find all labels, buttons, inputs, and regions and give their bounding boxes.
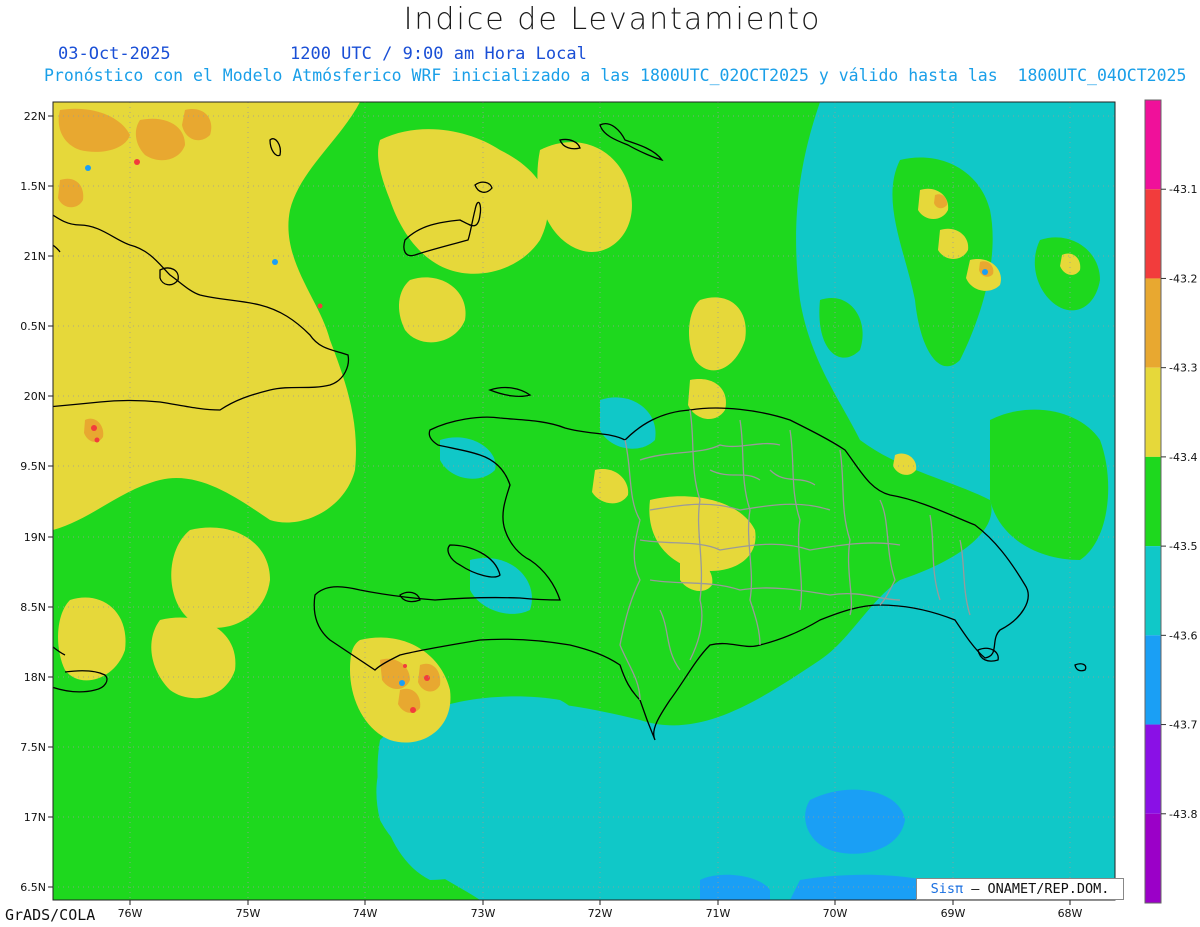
lifted-index-field <box>53 102 1115 900</box>
colorbar-label: -43.7 <box>1169 719 1197 732</box>
lat-label: 7.5N <box>20 741 46 754</box>
lon-label: 71W <box>706 907 731 920</box>
lat-label: 18N <box>24 671 46 684</box>
colorbar: -43.1 -43.2 -43.3 -43.4 -43.5 -43.6 -43.7 -43.8 <box>1144 99 1197 904</box>
lon-label: 76W <box>118 907 143 920</box>
lon-label: 68W <box>1058 907 1083 920</box>
lat-label: 9.5N <box>20 460 46 473</box>
lat-label: 22N <box>24 110 46 123</box>
lat-label: 0.5N <box>20 320 46 333</box>
lon-label: 70W <box>823 907 848 920</box>
lat-label: 6.5N <box>20 881 46 894</box>
credit-box: Sisπ – ONAMET/REP.DOM. <box>916 878 1124 900</box>
colorbar-swatch <box>1145 813 1161 903</box>
map-canvas: 22N 1.5N 21N 0.5N 20N 9.5N 19N 8.5N 18N … <box>20 99 1197 920</box>
credit-text: – ONAMET/REP.DOM. <box>971 881 1110 897</box>
colorbar-label: -43.1 <box>1169 183 1197 196</box>
colorbar-label: -43.4 <box>1169 451 1197 464</box>
lat-labels: 22N 1.5N 21N 0.5N 20N 9.5N 19N 8.5N 18N … <box>20 110 46 894</box>
lat-label: 20N <box>24 390 46 403</box>
lat-label: 1.5N <box>20 180 46 193</box>
grads-footer: GrADS/COLA <box>5 906 96 924</box>
colorbar-label: -43.2 <box>1169 272 1197 285</box>
colorbar-label: -43.8 <box>1169 808 1197 821</box>
colorbar-swatch <box>1145 724 1161 814</box>
lon-label: 73W <box>471 907 496 920</box>
lon-label: 75W <box>236 907 261 920</box>
colorbar-swatch <box>1145 189 1161 279</box>
colorbar-swatch <box>1145 367 1161 457</box>
colorbar-swatch <box>1145 635 1161 725</box>
sispi-logo-text: Sisπ <box>930 881 964 897</box>
colorbar-swatch <box>1145 546 1161 636</box>
colorbar-swatch <box>1145 456 1161 547</box>
lat-label: 17N <box>24 811 46 824</box>
lon-labels: 76W 75W 74W 73W 72W 71W 70W 69W 68W <box>118 907 1083 920</box>
lat-label: 21N <box>24 250 46 263</box>
lon-label: 69W <box>941 907 966 920</box>
colorbar-label: -43.3 <box>1169 362 1197 375</box>
lat-label: 8.5N <box>20 601 46 614</box>
colorbar-swatch <box>1145 100 1161 190</box>
colorbar-label: -43.5 <box>1169 540 1197 553</box>
colorbar-label: -43.6 <box>1169 629 1197 642</box>
lon-label: 72W <box>588 907 613 920</box>
lat-label: 19N <box>24 531 46 544</box>
colorbar-swatch <box>1145 278 1161 368</box>
lon-label: 74W <box>353 907 378 920</box>
